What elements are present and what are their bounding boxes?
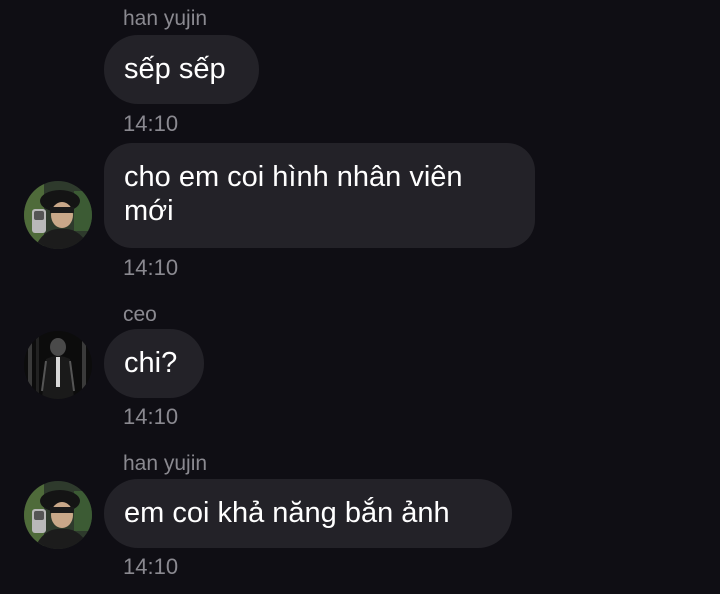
message-time: 14:10 bbox=[123, 255, 179, 280]
avatar-han-yujin[interactable] bbox=[24, 481, 92, 549]
message-time: 14:10 bbox=[123, 404, 179, 429]
message-bubble[interactable]: chi? bbox=[104, 329, 204, 398]
sender-name: han yujin bbox=[123, 452, 208, 475]
message-bubble[interactable]: em coi khả năng bắn ảnh bbox=[104, 479, 512, 548]
message-time: 14:10 bbox=[123, 554, 179, 579]
avatar-ceo[interactable] bbox=[24, 331, 92, 399]
sender-name: ceo bbox=[123, 303, 157, 326]
message-bubble[interactable]: cho em coi hình nhân viên mới bbox=[104, 143, 535, 248]
sender-name: han yujin bbox=[123, 7, 208, 30]
message-bubble[interactable]: sếp sếp bbox=[104, 35, 259, 104]
message-time: 14:10 bbox=[123, 111, 179, 136]
profile-photo-icon bbox=[24, 331, 92, 399]
profile-photo-icon bbox=[24, 481, 92, 549]
avatar-han-yujin[interactable] bbox=[24, 181, 92, 249]
profile-photo-icon bbox=[24, 181, 92, 249]
